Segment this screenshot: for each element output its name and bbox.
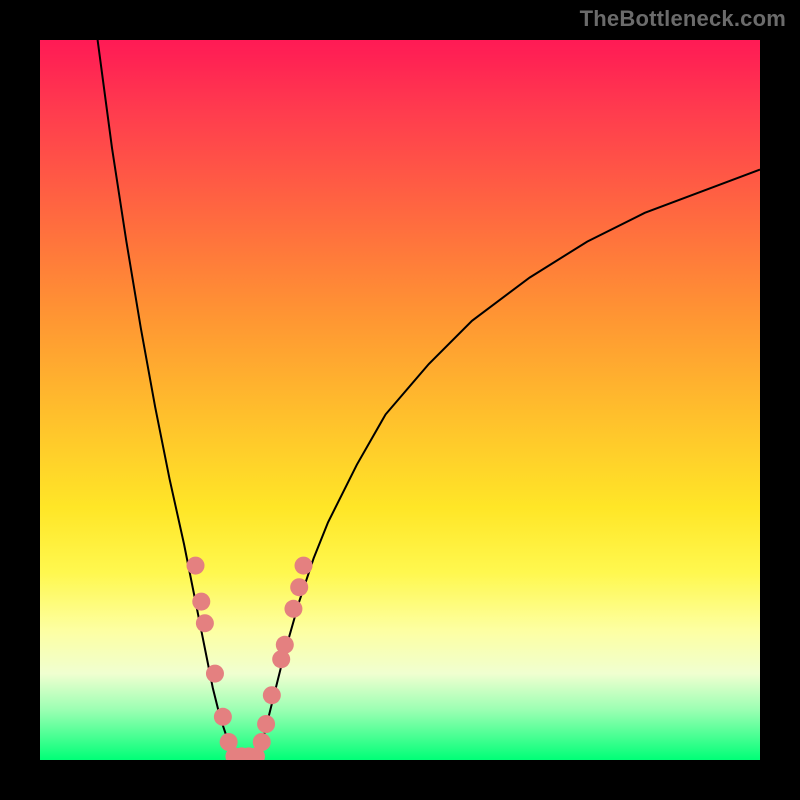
marker-dot <box>276 636 294 654</box>
marker-dot <box>284 600 302 618</box>
chart-svg <box>40 40 760 760</box>
marker-dot <box>192 593 210 611</box>
watermark-text: TheBottleneck.com <box>580 6 786 32</box>
marker-dot <box>206 665 224 683</box>
marker-dot <box>263 686 281 704</box>
marker-dot <box>214 708 232 726</box>
marker-dot <box>295 557 313 575</box>
bottleneck-curve <box>98 40 760 760</box>
marker-dot <box>290 578 308 596</box>
marker-dot <box>253 733 271 751</box>
marker-dot <box>187 557 205 575</box>
marker-dot <box>196 614 214 632</box>
outer-frame: TheBottleneck.com <box>0 0 800 800</box>
marker-dot <box>257 715 275 733</box>
